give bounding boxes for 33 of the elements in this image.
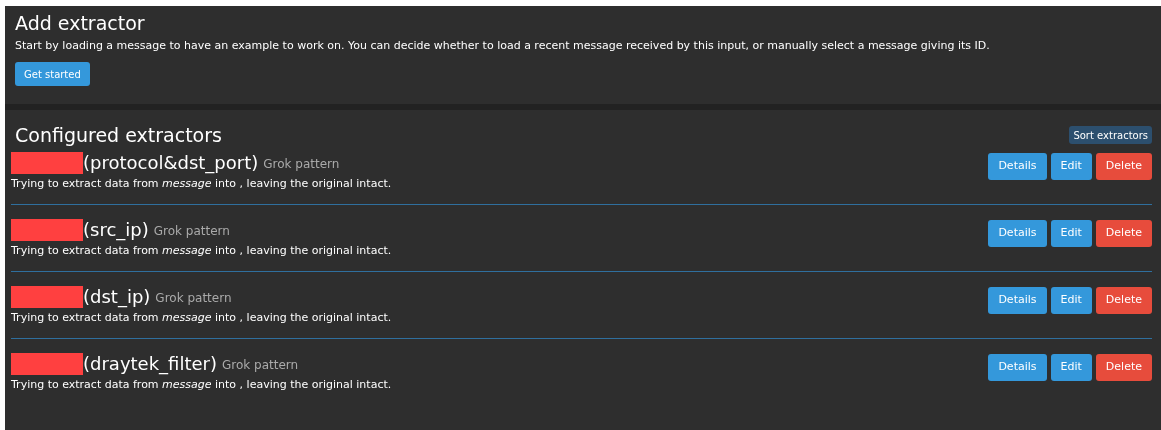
edit-button[interactable]: Edit [1050, 354, 1092, 381]
details-button[interactable]: Details [988, 220, 1047, 247]
section-title: Add extractor [15, 11, 146, 36]
extractor-type: Grok pattern [263, 156, 340, 173]
redaction-block [11, 152, 83, 174]
redaction-block [11, 286, 83, 308]
extractor-name: (dst_ip) [83, 285, 151, 310]
delete-button[interactable]: Delete [1095, 220, 1152, 247]
extractor-name: (protocol&dst_port) [83, 151, 259, 176]
delete-button[interactable]: Delete [1095, 354, 1152, 381]
extractor-description: Trying to extract data from message into , leaving the original intact. [11, 310, 392, 326]
section-title: Configured extractors [15, 123, 222, 148]
extractor-description: Trying to extract data from message into , leaving the original intact. [11, 377, 392, 393]
extractor-name: (src_ip) [83, 218, 149, 243]
details-button[interactable]: Details [988, 287, 1047, 314]
details-button[interactable]: Details [988, 153, 1047, 180]
extractor-description: Trying to extract data from message into , leaving the original intact. [11, 176, 392, 192]
sort-extractors-button[interactable]: Sort extractors [1069, 126, 1152, 144]
extractor-type: Grok pattern [153, 223, 230, 240]
edit-button[interactable]: Edit [1050, 220, 1092, 247]
extractor-type: Grok pattern [155, 290, 232, 307]
details-button[interactable]: Details [988, 354, 1047, 381]
extractor-description: Trying to extract data from message into , leaving the original intact. [11, 243, 392, 259]
description-text: Start by loading a message to have an example to work on. You can decide whether to load a recent message received by this input, or manually select a message giving its ID. [15, 38, 991, 54]
get-started-button[interactable]: Get started [15, 62, 90, 86]
redaction-block [11, 353, 83, 375]
redaction-block [11, 219, 83, 241]
delete-button[interactable]: Delete [1095, 153, 1152, 180]
delete-button[interactable]: Delete [1095, 287, 1152, 314]
edit-button[interactable]: Edit [1050, 153, 1092, 180]
edit-button[interactable]: Edit [1050, 287, 1092, 314]
extractor-type: Grok pattern [222, 357, 299, 374]
extractor-name: (draytek_filter) [83, 352, 217, 377]
